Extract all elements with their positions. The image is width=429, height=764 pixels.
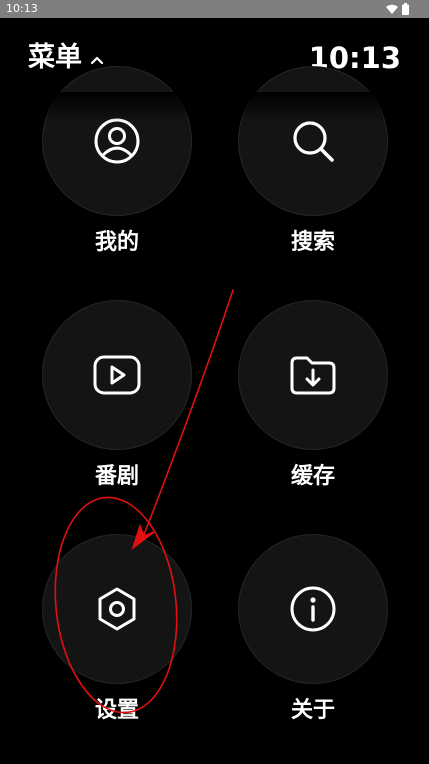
menu-label-mine: 我的 xyxy=(94,230,139,255)
menu-item-mine[interactable]: 我的 xyxy=(42,66,192,256)
menu-circle xyxy=(42,534,192,684)
download-folder-icon xyxy=(290,356,336,395)
play-icon xyxy=(93,355,141,395)
menu-circle xyxy=(238,300,388,450)
menu-item-settings[interactable]: 设置 xyxy=(42,534,192,724)
menu-circle xyxy=(238,534,388,684)
settings-hexagon-icon xyxy=(98,587,136,631)
battery-icon xyxy=(402,3,409,15)
status-bar: 10:13 xyxy=(0,0,429,18)
menu-label-cache: 缓存 xyxy=(290,464,335,489)
user-icon xyxy=(94,118,140,164)
wifi-icon xyxy=(386,4,398,14)
menu-label-about: 关于 xyxy=(290,698,335,723)
menu-circle xyxy=(238,66,388,216)
menu-circle xyxy=(42,66,192,216)
menu-item-about[interactable]: 关于 xyxy=(238,534,388,724)
menu-circle xyxy=(42,300,192,450)
status-icons xyxy=(386,3,409,15)
menu-item-anime[interactable]: 番剧 xyxy=(42,300,192,490)
menu-item-search[interactable]: 搜索 xyxy=(238,66,388,256)
search-icon xyxy=(293,121,334,162)
status-time: 10:13 xyxy=(6,2,38,15)
menu-label-search: 搜索 xyxy=(290,230,335,255)
info-icon xyxy=(290,586,336,632)
menu-item-cache[interactable]: 缓存 xyxy=(238,300,388,490)
menu-label-settings: 设置 xyxy=(94,698,139,723)
chevron-up-icon xyxy=(90,56,104,65)
menu-label-anime: 番剧 xyxy=(94,464,139,489)
